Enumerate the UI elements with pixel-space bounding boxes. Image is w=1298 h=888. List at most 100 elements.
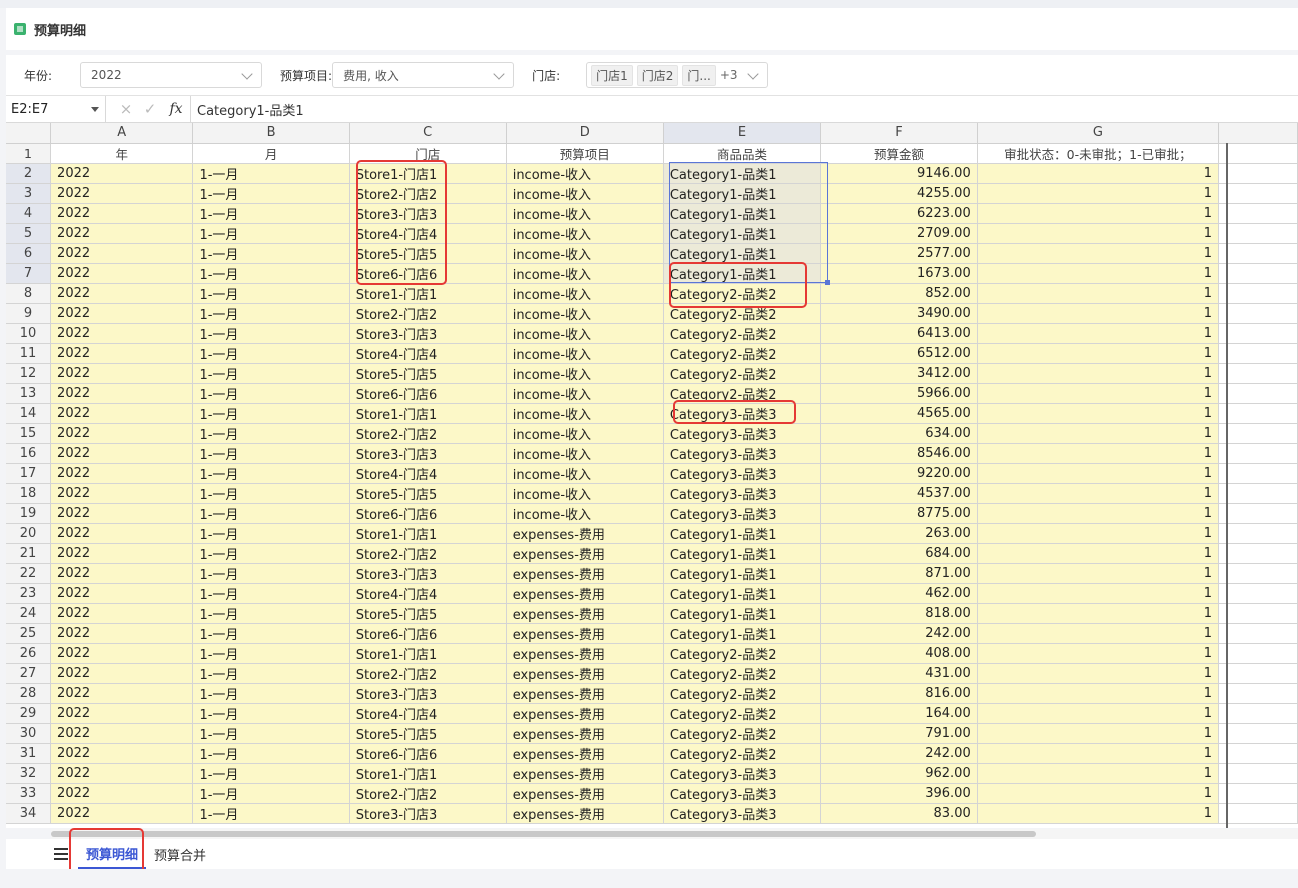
table-cell[interactable]: 1: [977, 183, 1220, 204]
table-cell[interactable]: Category3-品类3: [663, 803, 822, 824]
table-cell[interactable]: 1-一月: [192, 723, 350, 744]
empty-cell[interactable]: [1218, 243, 1298, 264]
table-cell[interactable]: income-收入: [506, 383, 664, 404]
table-cell[interactable]: Store4-门店4: [349, 463, 507, 484]
table-cell[interactable]: income-收入: [506, 463, 664, 484]
empty-cell[interactable]: [1218, 503, 1298, 524]
horizontal-scrollbar[interactable]: [51, 829, 1298, 839]
header-cell[interactable]: 预算金额: [820, 143, 978, 164]
empty-cell[interactable]: [1218, 543, 1298, 564]
name-box[interactable]: E2:E7: [6, 96, 106, 122]
table-cell[interactable]: income-收入: [506, 363, 664, 384]
table-cell[interactable]: 2022: [50, 363, 194, 384]
table-cell[interactable]: 1-一月: [192, 743, 350, 764]
table-cell[interactable]: income-收入: [506, 263, 664, 284]
column-header[interactable]: F: [820, 123, 978, 144]
table-cell[interactable]: 2022: [50, 403, 194, 424]
table-cell[interactable]: 2022: [50, 223, 194, 244]
table-cell[interactable]: 852.00: [820, 283, 978, 304]
table-cell[interactable]: 1: [977, 483, 1220, 504]
empty-cell[interactable]: [1218, 303, 1298, 324]
empty-cell[interactable]: [1218, 223, 1298, 244]
row-number[interactable]: 34: [6, 803, 52, 824]
row-number[interactable]: 18: [6, 483, 52, 504]
table-cell[interactable]: Category2-品类2: [663, 323, 822, 344]
table-cell[interactable]: 462.00: [820, 583, 978, 604]
table-cell[interactable]: 1-一月: [192, 163, 350, 184]
empty-cell[interactable]: [1218, 363, 1298, 384]
table-cell[interactable]: Category2-品类2: [663, 363, 822, 384]
table-cell[interactable]: Store2-门店2: [349, 663, 507, 684]
table-cell[interactable]: Store4-门店4: [349, 583, 507, 604]
year-select[interactable]: 2022: [80, 62, 263, 88]
table-cell[interactable]: 1-一月: [192, 303, 350, 324]
table-cell[interactable]: Store1-门店1: [349, 643, 507, 664]
table-cell[interactable]: 6413.00: [820, 323, 978, 344]
table-cell[interactable]: income-收入: [506, 343, 664, 364]
table-cell[interactable]: 2022: [50, 283, 194, 304]
table-cell[interactable]: expenses-费用: [506, 783, 664, 804]
row-number[interactable]: 11: [6, 343, 52, 364]
column-header[interactable]: C: [349, 123, 507, 144]
table-cell[interactable]: income-收入: [506, 503, 664, 524]
row-number[interactable]: 19: [6, 503, 52, 524]
table-cell[interactable]: 1-一月: [192, 763, 350, 784]
select-all-corner[interactable]: [6, 123, 52, 144]
table-cell[interactable]: Store3-门店3: [349, 683, 507, 704]
empty-cell[interactable]: [1218, 623, 1298, 644]
table-cell[interactable]: 5966.00: [820, 383, 978, 404]
table-cell[interactable]: 1-一月: [192, 463, 350, 484]
table-cell[interactable]: 83.00: [820, 803, 978, 824]
row-number[interactable]: 33: [6, 783, 52, 804]
table-cell[interactable]: 816.00: [820, 683, 978, 704]
table-cell[interactable]: 1: [977, 263, 1220, 284]
table-cell[interactable]: expenses-费用: [506, 683, 664, 704]
table-cell[interactable]: 1: [977, 303, 1220, 324]
table-cell[interactable]: Store3-门店3: [349, 443, 507, 464]
table-cell[interactable]: Store2-门店2: [349, 303, 507, 324]
table-cell[interactable]: 1-一月: [192, 483, 350, 504]
table-cell[interactable]: 1: [977, 683, 1220, 704]
table-cell[interactable]: income-收入: [506, 303, 664, 324]
table-cell[interactable]: 8775.00: [820, 503, 978, 524]
table-cell[interactable]: 1: [977, 723, 1220, 744]
table-cell[interactable]: 1: [977, 323, 1220, 344]
table-cell[interactable]: income-收入: [506, 183, 664, 204]
empty-cell[interactable]: [1218, 743, 1298, 764]
table-cell[interactable]: 818.00: [820, 603, 978, 624]
cancel-icon[interactable]: ×: [114, 100, 138, 118]
column-header[interactable]: G: [977, 123, 1220, 144]
table-cell[interactable]: 1-一月: [192, 543, 350, 564]
table-cell[interactable]: 1: [977, 443, 1220, 464]
empty-cell[interactable]: [1218, 803, 1298, 824]
empty-cell[interactable]: [1218, 263, 1298, 284]
row-number[interactable]: 27: [6, 663, 52, 684]
table-cell[interactable]: 1: [977, 503, 1220, 524]
row-number[interactable]: 10: [6, 323, 52, 344]
table-cell[interactable]: 1-一月: [192, 523, 350, 544]
table-cell[interactable]: income-收入: [506, 443, 664, 464]
table-cell[interactable]: 1-一月: [192, 663, 350, 684]
row-number[interactable]: 2: [6, 163, 52, 184]
table-cell[interactable]: 408.00: [820, 643, 978, 664]
table-cell[interactable]: 2577.00: [820, 243, 978, 264]
table-cell[interactable]: Category3-品类3: [663, 403, 822, 424]
table-cell[interactable]: Category3-品类3: [663, 503, 822, 524]
store-select[interactable]: 门店1 门店2 门... +3: [586, 62, 769, 88]
table-cell[interactable]: Category2-品类2: [663, 703, 822, 724]
table-cell[interactable]: 396.00: [820, 783, 978, 804]
table-cell[interactable]: 6512.00: [820, 343, 978, 364]
row-number[interactable]: 30: [6, 723, 52, 744]
table-cell[interactable]: 791.00: [820, 723, 978, 744]
table-cell[interactable]: 2022: [50, 323, 194, 344]
table-cell[interactable]: 2022: [50, 663, 194, 684]
empty-cell[interactable]: [1218, 403, 1298, 424]
empty-cell[interactable]: [1218, 563, 1298, 584]
check-icon[interactable]: ✓: [138, 100, 162, 118]
table-cell[interactable]: 1-一月: [192, 343, 350, 364]
row-number[interactable]: 14: [6, 403, 52, 424]
table-cell[interactable]: 1: [977, 783, 1220, 804]
empty-cell[interactable]: [1218, 523, 1298, 544]
row-number[interactable]: 29: [6, 703, 52, 724]
empty-cell[interactable]: [1218, 643, 1298, 664]
